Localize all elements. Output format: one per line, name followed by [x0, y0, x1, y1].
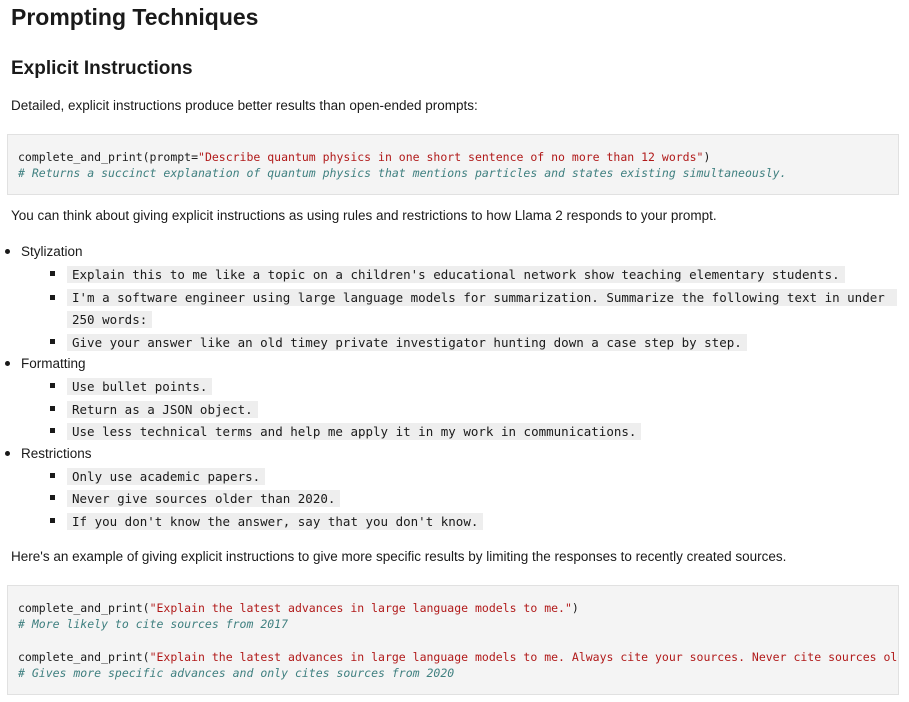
code-line: complete_and_print("Explain the latest a… — [18, 649, 898, 665]
code-function-call: complete_and_print( — [18, 601, 150, 615]
list-item-formatting: Formatting — [5, 354, 86, 374]
inline-code: If you don't know the answer, say that y… — [67, 513, 484, 530]
list-item-restrictions: Restrictions — [5, 444, 92, 464]
inline-code: Never give sources older than 2020. — [67, 490, 341, 507]
intro-paragraph: Detailed, explicit instructions produce … — [11, 98, 478, 113]
code-string: "Explain the latest advances in large la… — [149, 601, 572, 615]
section-heading: Explicit Instructions — [11, 58, 193, 79]
sub-list-item: I'm a software engineer using large lang… — [50, 287, 898, 331]
rules-paragraph: You can think about giving explicit inst… — [11, 208, 717, 223]
inline-code: Only use academic papers. — [67, 468, 266, 485]
code-string: "Describe quantum physics in one short s… — [198, 150, 704, 164]
code-block-1[interactable]: complete_and_print(prompt="Describe quan… — [7, 134, 899, 195]
list-item-stylization: Stylization — [5, 242, 83, 262]
code-string: "Explain the latest advances in large la… — [149, 650, 898, 664]
code-comment: # More likely to cite sources from 2017 — [18, 617, 289, 631]
code-block-2[interactable]: complete_and_print("Explain the latest a… — [7, 585, 899, 695]
code-comment: # Returns a succinct explanation of quan… — [18, 166, 787, 180]
inline-code: Give your answer like an old timey priva… — [67, 334, 747, 351]
sub-list-item: Give your answer like an old timey priva… — [50, 332, 747, 353]
code-function-call: complete_and_print(prompt= — [18, 150, 199, 164]
inline-code: Use less technical terms and help me app… — [67, 423, 642, 440]
sub-list-item: If you don't know the answer, say that y… — [49, 511, 484, 532]
inline-code: Return as a JSON object. — [67, 401, 258, 418]
inline-code: Explain this to me like a topic on a chi… — [67, 266, 845, 283]
code-comment: # Gives more specific advances and only … — [18, 666, 455, 680]
code-line: complete_and_print(prompt="Describe quan… — [18, 149, 710, 165]
code-paren: ) — [571, 601, 579, 615]
sub-list-item: Never give sources older than 2020. — [49, 488, 341, 509]
code-line: complete_and_print("Explain the latest a… — [18, 600, 579, 616]
sub-list-item: Only use academic papers. — [49, 466, 266, 487]
code-paren: ) — [703, 150, 711, 164]
page-title: Prompting Techniques — [11, 4, 259, 30]
inline-code: Use bullet points. — [67, 378, 213, 395]
sub-list-item: Return as a JSON object. — [50, 399, 258, 420]
code-function-call: complete_and_print( — [18, 650, 150, 664]
example-paragraph: Here's an example of giving explicit ins… — [11, 549, 787, 564]
sub-list-item: Explain this to me like a topic on a chi… — [50, 264, 845, 285]
sub-list-item: Use less technical terms and help me app… — [49, 421, 642, 442]
sub-list-item: Use bullet points. — [49, 376, 213, 397]
inline-code: I'm a software engineer using large lang… — [67, 289, 898, 328]
